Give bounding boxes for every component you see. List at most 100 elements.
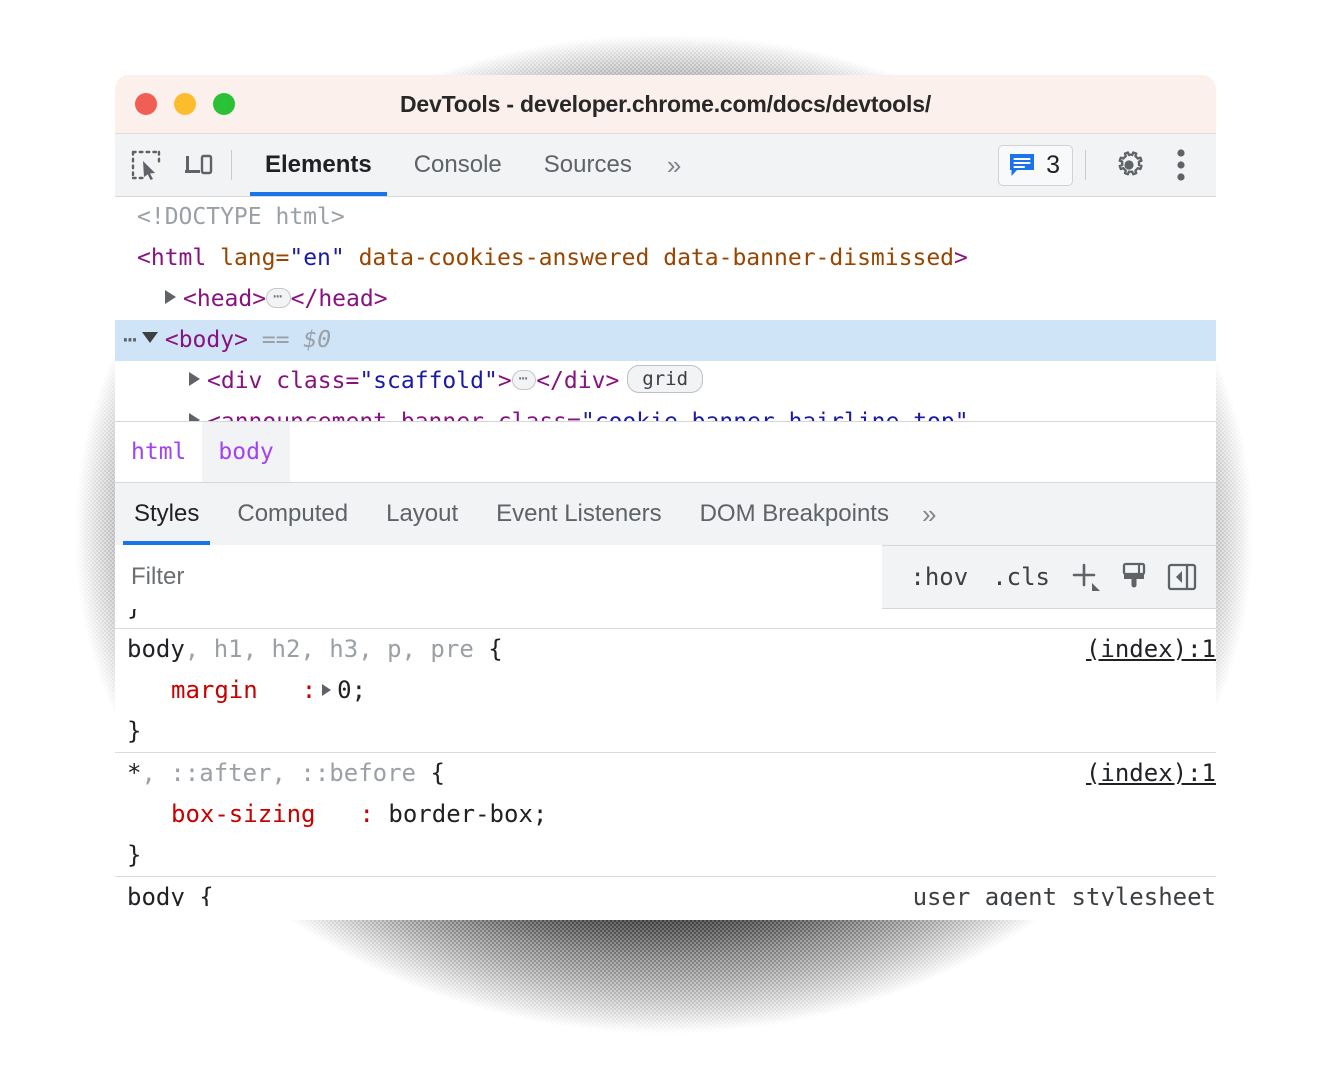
banner-open-tag: <announcement-banner class= <box>207 409 581 421</box>
breadcrumb-item-body[interactable]: body <box>202 422 289 482</box>
dom-row-announcement-banner[interactable]: <announcement-banner class="cookie-banne… <box>115 402 1216 421</box>
panel-tabs: Elements Console Sources » <box>244 134 692 196</box>
css-property-value[interactable]: 0 <box>337 676 351 704</box>
css-origin-link[interactable]: (index):1 <box>1086 629 1216 670</box>
styles-pane-tabs: Styles Computed Layout Event Listeners D… <box>115 482 1216 546</box>
tab-sources[interactable]: Sources <box>523 134 653 196</box>
html-tag-gt: > <box>954 245 968 271</box>
expand-ellipsis-button[interactable]: ⋯ <box>266 288 291 308</box>
expand-shorthand-arrow-icon[interactable] <box>322 684 331 696</box>
tab-computed[interactable]: Computed <box>218 483 367 545</box>
device-toolbar-icon[interactable] <box>177 144 219 186</box>
css-rule-universal-after-before[interactable]: *, ::after, ::before { (index):1 box-siz… <box>115 753 1216 877</box>
css-selector-line-ua[interactable]: body { user agent stylesheet <box>115 877 1216 906</box>
toolbar-right-actions: 3 <box>998 144 1216 186</box>
css-property-name-box-sizing[interactable]: box-sizing <box>127 800 316 828</box>
css-selector-unmatched: , h1, h2, h3, p, pre <box>185 635 474 663</box>
css-rule-body-h1-h2-h3-p-pre[interactable]: body, h1, h2, h3, p, pre { (index):1 mar… <box>115 629 1216 753</box>
hov-toggle-button[interactable]: :hov <box>900 563 978 591</box>
dom-row-head[interactable]: <head>⋯</head> <box>115 279 1216 320</box>
styles-filter-row: :hov .cls <box>115 546 1216 609</box>
css-open-brace-ua: { <box>185 883 214 906</box>
scaffold-close-tag: </div> <box>536 368 619 394</box>
doctype-text: <!DOCTYPE html> <box>137 204 345 230</box>
css-selector-line-universal[interactable]: *, ::after, ::before { (index):1 <box>115 753 1216 794</box>
more-panels-chevron-icon[interactable]: » <box>653 134 692 196</box>
row-overflow-dots-icon[interactable]: ⋯ <box>123 327 138 353</box>
toggle-sidebar-icon[interactable] <box>1160 555 1204 599</box>
css-origin-user-agent: user agent stylesheet <box>913 877 1216 906</box>
body-dollar-zero: $0 <box>303 327 331 353</box>
expand-triangle-icon-banner[interactable] <box>189 413 200 421</box>
partial-closing-brace: } <box>115 609 1216 628</box>
inspect-element-icon[interactable] <box>125 144 167 186</box>
paintbrush-icon[interactable] <box>1112 555 1156 599</box>
css-selector-line[interactable]: body, h1, h2, h3, p, pre { (index):1 <box>115 629 1216 670</box>
breadcrumb: html body <box>115 421 1216 482</box>
gear-icon[interactable] <box>1108 144 1150 186</box>
dom-row-html[interactable]: <html lang="en" data-cookies-answered da… <box>115 238 1216 279</box>
issues-button[interactable]: 3 <box>998 145 1073 186</box>
body-tag: <body> <box>165 327 248 353</box>
issues-count: 3 <box>1046 151 1060 180</box>
expand-triangle-icon-scaffold[interactable] <box>189 372 200 386</box>
minimize-window-button[interactable] <box>174 93 196 115</box>
screenshot-stage: DevTools - developer.chrome.com/docs/dev… <box>0 0 1328 1070</box>
head-close-tag: </head> <box>291 286 388 312</box>
toolbar-divider-2 <box>1085 150 1086 180</box>
grid-badge[interactable]: grid <box>627 365 703 393</box>
window-traffic-lights <box>135 93 235 115</box>
three-dot-menu-icon[interactable] <box>1160 144 1202 186</box>
scaffold-gt: > <box>498 368 512 394</box>
css-declaration-terminator: ; <box>352 676 366 704</box>
tab-layout[interactable]: Layout <box>367 483 477 545</box>
styles-action-buttons: :hov .cls <box>882 546 1216 608</box>
tab-styles[interactable]: Styles <box>115 483 218 545</box>
css-property-colon-box-sizing: : <box>316 800 374 828</box>
scaffold-open-tag: <div class= <box>207 368 359 394</box>
css-selector-matched-ua: body <box>127 883 185 906</box>
tab-dom-breakpoints[interactable]: DOM Breakpoints <box>681 483 908 545</box>
css-selector-matched: body <box>127 635 185 663</box>
tab-event-listeners[interactable]: Event Listeners <box>477 483 680 545</box>
styles-filter-input[interactable] <box>115 545 882 609</box>
issues-message-icon <box>1008 151 1036 179</box>
head-open-tag: <head> <box>183 286 266 312</box>
css-closing-brace: } <box>115 711 1216 752</box>
body-equals: == <box>262 327 290 353</box>
dom-row-body[interactable]: ⋯ <body> == $0 <box>115 320 1216 361</box>
dom-tree[interactable]: <!DOCTYPE html> <html lang="en" data-coo… <box>115 197 1216 421</box>
dom-row-doctype[interactable]: <!DOCTYPE html> <box>115 197 1216 238</box>
expand-triangle-icon[interactable] <box>165 290 176 304</box>
html-tag-open: <html <box>137 245 206 271</box>
tab-elements[interactable]: Elements <box>244 134 393 196</box>
css-property-colon: : <box>258 676 316 704</box>
more-styles-tabs-chevron-icon[interactable]: » <box>908 483 947 545</box>
close-window-button[interactable] <box>135 93 157 115</box>
devtools-main-toolbar: Elements Console Sources » 3 <box>115 134 1216 197</box>
css-property-name[interactable]: margin <box>127 676 258 704</box>
plus-new-style-rule-icon[interactable] <box>1064 555 1108 599</box>
collapse-triangle-icon[interactable] <box>142 332 158 343</box>
breadcrumb-item-html[interactable]: html <box>115 422 202 482</box>
devtools-window: DevTools - developer.chrome.com/docs/dev… <box>115 75 1216 920</box>
css-selector-unmatched-universal: , ::after, ::before <box>141 759 416 787</box>
banner-class-value: "cookie-banner hairline-top" <box>581 409 969 421</box>
window-title: DevTools - developer.chrome.com/docs/dev… <box>115 91 1216 118</box>
css-rule-partial-top[interactable]: } <box>115 609 1216 629</box>
tab-console[interactable]: Console <box>393 134 523 196</box>
css-selector-matched-universal: * <box>127 759 141 787</box>
html-attr-data-flags: data-cookies-answered data-banner-dismis… <box>345 245 954 271</box>
dom-row-scaffold-div[interactable]: <div class="scaffold">⋯</div> grid <box>115 361 1216 402</box>
css-declaration-terminator-box-sizing: ; <box>533 800 547 828</box>
scaffold-class-value: "scaffold" <box>359 368 497 394</box>
css-declaration-margin[interactable]: margin:0; <box>115 670 1216 711</box>
css-declaration-box-sizing[interactable]: box-sizing: border-box; <box>115 794 1216 835</box>
css-property-value-box-sizing[interactable]: border-box <box>388 800 533 828</box>
css-rule-body-user-agent[interactable]: body { user agent stylesheet <box>115 877 1216 906</box>
css-rules-pane[interactable]: } body, h1, h2, h3, p, pre { (index):1 m… <box>115 609 1216 906</box>
css-origin-link-universal[interactable]: (index):1 <box>1086 753 1216 794</box>
cls-toggle-button[interactable]: .cls <box>982 563 1060 591</box>
expand-ellipsis-button-scaffold[interactable]: ⋯ <box>512 370 537 390</box>
maximize-window-button[interactable] <box>213 93 235 115</box>
